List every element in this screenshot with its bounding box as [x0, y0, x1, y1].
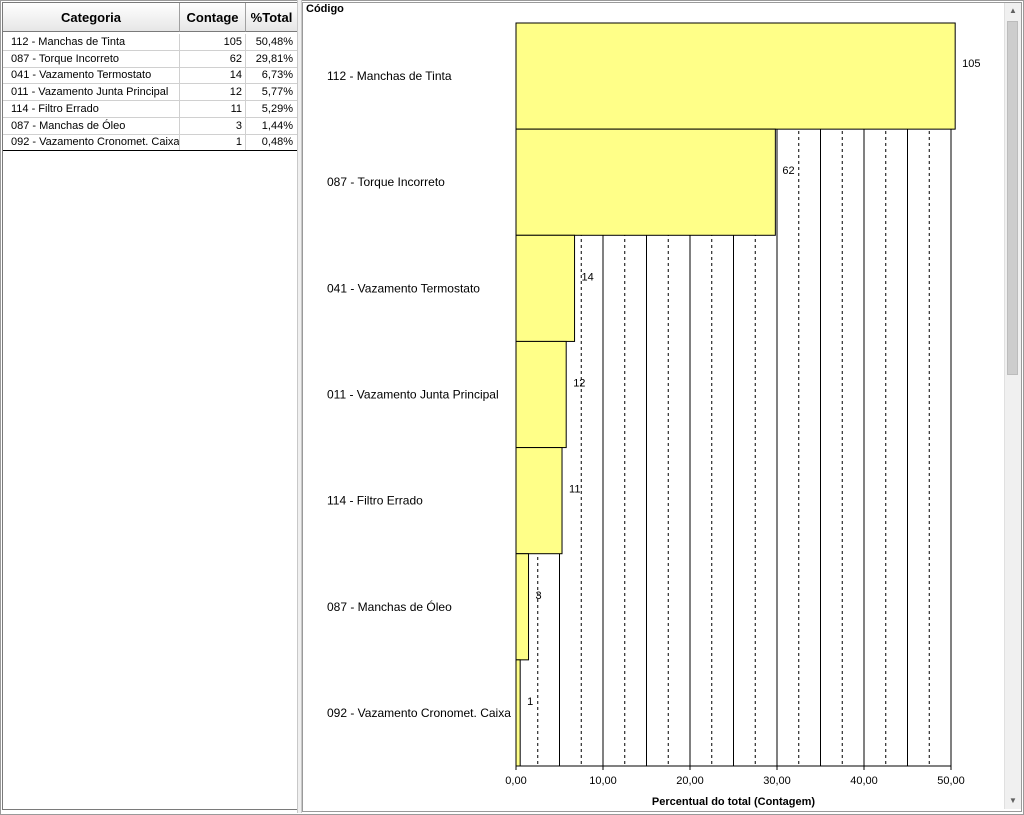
bar-chart: 112 - Manchas de Tinta 105 087 - Torque In…	[327, 22, 981, 808]
bar	[515, 22, 956, 130]
bar	[515, 234, 576, 342]
category-label: 092 - Vazamento Cronomet. Caixa	[327, 706, 511, 720]
category-label: 112 - Manchas de Tinta	[327, 69, 452, 83]
category-label: 011 - Vazamento Junta Principal	[327, 388, 499, 402]
scroll-down-icon[interactable]: ▼	[1005, 793, 1021, 809]
data-label: 11	[569, 484, 580, 496]
category-label: 114 - Filtro Errado	[327, 494, 423, 508]
x-tick-label: 50,00	[937, 775, 965, 787]
bar	[515, 340, 567, 449]
scroll-up-icon[interactable]: ▲	[1005, 3, 1021, 19]
data-label: 105	[962, 58, 980, 70]
x-tick-label: 40,00	[850, 775, 878, 787]
data-label: 3	[536, 590, 542, 602]
category-label: 041 - Vazamento Termostato	[327, 281, 480, 295]
x-tick-label: 0,00	[505, 775, 526, 787]
bar	[515, 659, 521, 767]
data-label: 14	[582, 271, 594, 283]
vertical-scrollbar[interactable]: ▲ ▼	[1004, 3, 1021, 809]
category-label: 087 - Torque Incorreto	[327, 175, 445, 189]
scrollbar-thumb[interactable]	[1007, 21, 1018, 375]
data-label: 1	[527, 696, 533, 708]
category-label: 087 - Manchas de Óleo	[327, 599, 452, 614]
data-label: 62	[782, 165, 794, 177]
x-axis-label: Percentual do total (Contagem)	[652, 796, 816, 808]
bar	[515, 128, 776, 236]
x-tick-label: 20,00	[676, 775, 704, 787]
x-tick-label: 30,00	[763, 775, 791, 787]
data-label: 12	[573, 378, 585, 390]
bar	[515, 553, 530, 661]
bar	[515, 447, 563, 555]
x-tick-label: 10,00	[589, 775, 617, 787]
